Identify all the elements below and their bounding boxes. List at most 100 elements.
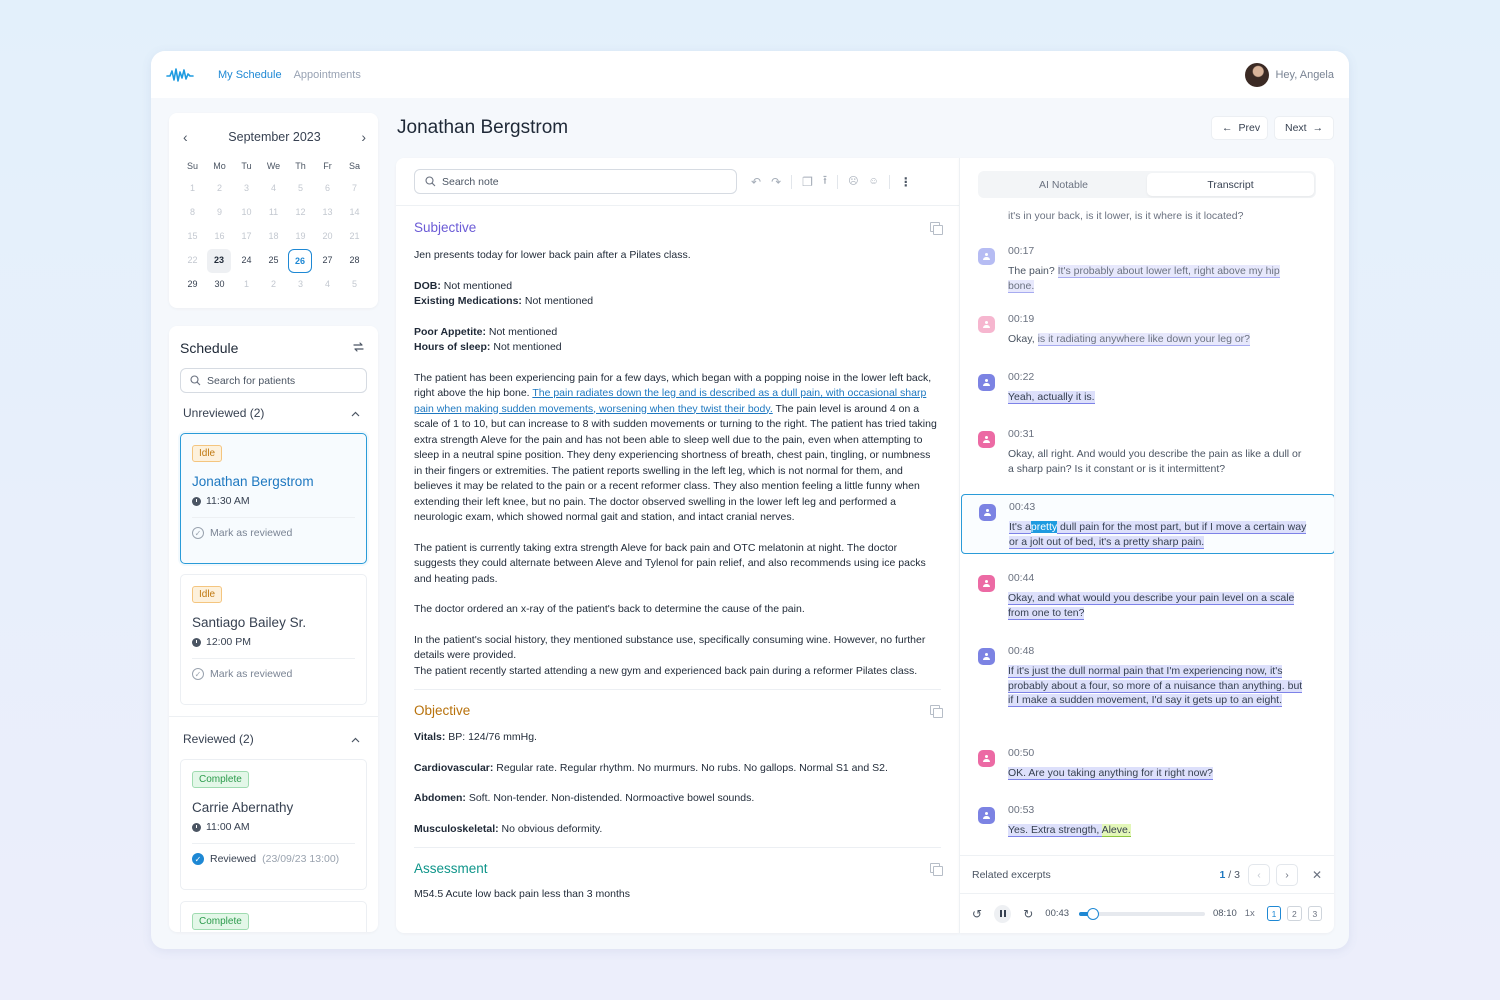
calendar-day[interactable]: 6 [314,177,341,201]
message-text: OK. Are you taking anything for it right… [1008,766,1308,781]
subjective-paragraph-1: The patient has been experiencing pain f… [414,371,941,526]
patient-card-jonathan[interactable]: Idle Jonathan Bergstrom 11:30 AM ✓ Mark a… [180,433,367,564]
calendar-day[interactable]: 19 [287,225,314,249]
calendar-day[interactable]: 4 [314,273,341,297]
appointment-time: 11:30 AM [192,495,355,507]
calendar-day[interactable]: 13 [314,201,341,225]
transcript-message[interactable]: 00:48 If it's just the dull normal pain … [978,645,1318,708]
note-tools: ↶ ↷ ❐ ⭱ ☹ ☺ ⋮ [751,171,912,192]
calendar-day[interactable]: 17 [233,225,260,249]
reviewed-group-toggle[interactable]: Reviewed (2) [169,728,378,750]
patient-card-4[interactable]: Complete [180,901,367,932]
calendar-day[interactable]: 20 [314,225,341,249]
patient-card-santiago[interactable]: Idle Santiago Bailey Sr. 12:00 PM ✓ Mark … [180,574,367,705]
speaker-filter-2[interactable]: 2 [1287,906,1302,921]
calendar-day[interactable]: 9 [206,201,233,225]
pause-button[interactable] [994,904,1012,923]
copy-icon[interactable] [930,862,943,876]
user-menu[interactable]: Hey, Angela [1245,62,1334,87]
transcript-message-active[interactable]: 00:43 It's apretty dull pain for the mos… [961,494,1334,554]
next-button[interactable]: Next → [1274,116,1334,140]
calendar-day[interactable]: 28 [341,249,368,273]
calendar-day[interactable]: 30 [206,273,233,297]
calendar-day[interactable]: 3 [287,273,314,297]
close-icon[interactable]: ✕ [1312,868,1322,882]
next-label: Next [1285,122,1307,134]
transcript-message[interactable]: 00:53 Yes. Extra strength, Aleve. [978,804,1318,838]
divider [791,174,793,189]
undo-icon[interactable]: ↶ [751,175,761,189]
speaker-avatar-icon [978,248,995,265]
calendar-weekday: We [266,161,281,171]
transcript-message[interactable]: 00:44 Okay, and what would you describe … [978,572,1318,620]
calendar-day[interactable]: 1 [233,273,260,297]
reviewed-status[interactable]: ✓ Reviewed (23/09/23 13:00) [192,853,355,865]
note-search-input[interactable] [442,175,712,188]
calendar-day[interactable]: 25 [260,249,287,273]
rewind-icon[interactable]: ↺ [972,907,982,921]
transcript-message[interactable]: 00:31 Okay, all right. And would you des… [978,428,1318,476]
calendar-day[interactable]: 3 [233,177,260,201]
total-time: 08:10 [1212,908,1237,919]
playback-speed[interactable]: 1x [1245,908,1255,919]
calendar-day[interactable]: 1 [179,177,206,201]
calendar-day[interactable]: 22 [179,249,206,273]
calendar-day[interactable]: 11 [260,201,287,225]
copy-icon[interactable]: ❐ [802,175,813,189]
unreviewed-group-toggle[interactable]: Unreviewed (2) [169,402,378,424]
calendar-day[interactable]: 10 [233,201,260,225]
audio-progress-slider[interactable] [1079,907,1205,920]
transcript-message[interactable]: 00:22 Yeah, actually it is. [978,371,1318,405]
prev-button[interactable]: ← Prev [1211,116,1268,140]
refresh-icon[interactable] [352,341,365,356]
highlighted-text: Okay, and what would you describe your p… [1008,592,1295,620]
progress-handle[interactable] [1086,907,1099,920]
calendar-day[interactable]: 26 [288,249,312,273]
calendar-day[interactable]: 15 [179,225,206,249]
calendar-day[interactable]: 18 [260,225,287,249]
tab-transcript[interactable]: Transcript [1147,173,1314,196]
calendar-day[interactable]: 23 [207,249,231,273]
more-vertical-icon[interactable]: ⋮ [900,175,912,189]
calendar-day[interactable]: 21 [341,225,368,249]
calendar-day[interactable]: 29 [179,273,206,297]
transcript-message[interactable]: 00:50 OK. Are you taking anything for it… [978,747,1318,781]
tab-ai-notable[interactable]: AI Notable [980,173,1147,196]
speaker-filter-1[interactable]: 1 [1266,906,1282,921]
prev-month-chevron-icon[interactable]: ‹ [183,129,188,145]
calendar-day[interactable]: 8 [179,201,206,225]
calendar-day[interactable]: 2 [206,177,233,201]
prev-excerpt-button[interactable]: ‹ [1247,863,1270,886]
calendar-day[interactable]: 14 [341,201,368,225]
mark-reviewed-button[interactable]: ✓ Mark as reviewed [192,527,355,539]
calendar-day[interactable]: 12 [287,201,314,225]
transcript-tabs: AI Notable Transcript [978,171,1316,198]
calendar-day[interactable]: 5 [287,177,314,201]
calendar-day[interactable]: 4 [260,177,287,201]
copy-icon[interactable] [930,221,943,235]
calendar-day[interactable]: 27 [314,249,341,273]
next-excerpt-button[interactable]: › [1275,863,1298,886]
mark-reviewed-button[interactable]: ✓ Mark as reviewed [192,668,355,680]
msk-label: Musculoskeletal: [414,822,499,835]
calendar-day[interactable]: 2 [260,273,287,297]
tab-my-schedule[interactable]: My Schedule [218,69,282,81]
tab-appointments[interactable]: Appointments [294,69,361,81]
calendar-day[interactable]: 16 [206,225,233,249]
thumbs-down-icon[interactable]: ☹ [848,176,858,187]
speaker-avatar-icon [978,807,995,824]
copy-icon[interactable] [930,704,943,718]
calendar-day[interactable]: 5 [341,273,368,297]
upload-icon[interactable]: ⭱ [823,171,827,192]
forward-icon[interactable]: ↻ [1023,907,1033,921]
transcript-message[interactable]: 00:19 Okay, is it radiating anywhere lik… [978,313,1318,347]
calendar-day[interactable]: 7 [341,177,368,201]
patient-search-input[interactable] [207,374,357,387]
patient-card-carrie[interactable]: Complete Carrie Abernathy 11:00 AM ✓ Revi… [180,759,367,890]
next-month-chevron-icon[interactable]: › [361,129,366,145]
thumbs-up-icon[interactable]: ☺ [869,176,879,187]
transcript-message[interactable]: 00:17 The pain? It's probably about lowe… [978,245,1318,293]
calendar-day[interactable]: 24 [233,249,260,273]
speaker-filter-3[interactable]: 3 [1307,906,1323,921]
redo-icon[interactable]: ↷ [771,175,781,189]
